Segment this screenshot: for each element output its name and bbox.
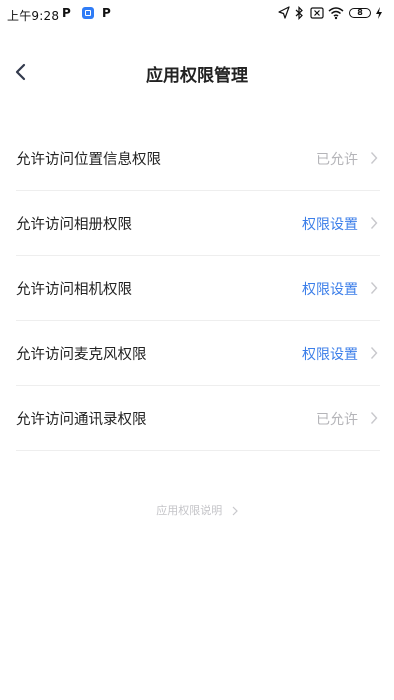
battery-icon: 8 [349, 8, 371, 18]
sim-off-icon [310, 7, 324, 19]
permission-settings-link[interactable]: 权限设置 [302, 214, 358, 234]
permission-label: 允许访问相机权限 [16, 282, 132, 298]
explanation-label: 应用权限说明 [156, 504, 223, 517]
permission-status: 已允许 [316, 412, 358, 428]
permission-label: 允许访问相册权限 [16, 217, 132, 233]
chevron-right-icon [370, 217, 378, 229]
permission-row-microphone[interactable]: 允许访问麦克风权限 权限设置 [16, 321, 380, 386]
wifi-icon [328, 7, 344, 20]
chevron-right-icon [370, 347, 378, 359]
location-arrow-icon [278, 6, 290, 19]
permission-row-album[interactable]: 允许访问相册权限 权限设置 [16, 191, 380, 256]
permission-label: 允许访问位置信息权限 [16, 152, 161, 168]
status-bar: 上午9:28 P P 8 [0, 0, 394, 28]
status-time: 上午9:28 [7, 9, 60, 23]
permission-row-camera[interactable]: 允许访问相机权限 权限设置 [16, 256, 380, 321]
permission-label: 允许访问通讯录权限 [16, 412, 147, 428]
permission-list: 允许访问位置信息权限 已允许 允许访问相册权限 权限设置 允许访问相机权限 权限… [16, 126, 380, 451]
status-icons: 8 [278, 6, 388, 20]
permission-label: 允许访问麦克风权限 [16, 347, 147, 363]
page-title: 应用权限管理 [146, 66, 248, 86]
permission-settings-link[interactable]: 权限设置 [302, 279, 358, 299]
bluetooth-icon [295, 6, 303, 20]
permission-row-contacts[interactable]: 允许访问通讯录权限 已允许 [16, 386, 380, 451]
chevron-right-icon [370, 282, 378, 294]
permission-status: 已允许 [316, 152, 358, 168]
app-blue-icon [82, 7, 94, 19]
chevron-right-icon [370, 152, 378, 164]
p-notification-icon: P [102, 6, 111, 20]
p-notification-icon: P [62, 6, 71, 20]
title-bar: 应用权限管理 [0, 50, 394, 94]
permission-settings-link[interactable]: 权限设置 [302, 344, 358, 364]
charging-bolt-icon [376, 7, 382, 19]
chevron-right-icon [370, 412, 378, 424]
permission-explanation-link[interactable]: 应用权限说明 [0, 502, 394, 518]
permission-row-location[interactable]: 允许访问位置信息权限 已允许 [16, 126, 380, 191]
chevron-right-icon [232, 506, 238, 516]
